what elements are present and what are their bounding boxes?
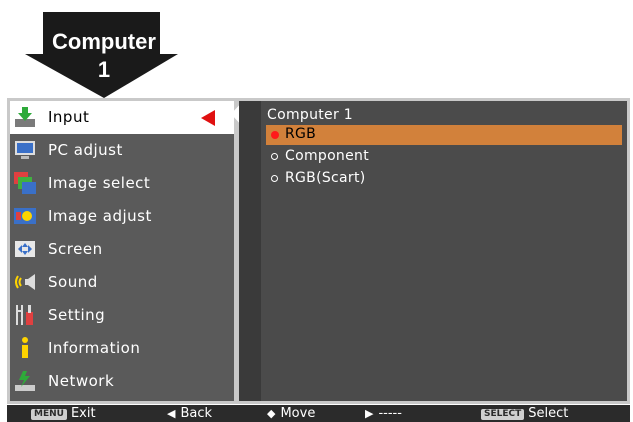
sidebar: Input PC adjust Image select Image adjus… [10,101,234,401]
exit-label: Exit [70,406,96,421]
setting-icon [16,305,33,325]
source-arrow-badge: Computer 1 [0,0,220,100]
input-icon [15,107,35,127]
screen-icon [15,241,35,257]
sidebar-item-label: Information [48,339,141,357]
sidebar-item-label: Network [48,372,115,390]
selection-pointer-icon [201,110,215,126]
submenu-title: Computer 1 [267,107,353,123]
sidebar-item-image-select[interactable]: Image select [10,167,234,200]
sidebar-item-label: Screen [48,240,103,258]
move-arrows-icon: ◆ [267,407,276,420]
sidebar-item-label: Setting [48,306,106,324]
pc-adjust-icon [15,141,35,159]
option-rgb[interactable]: RGB [266,125,622,145]
sidebar-item-label: PC adjust [48,141,123,159]
left-arrow-icon: ◀ [167,407,176,420]
input-submenu-panel: Computer 1 RGB Component RGB(Scart) [261,101,627,401]
radio-empty-icon [271,153,278,160]
radio-empty-icon [271,175,278,182]
right-arrow-icon: ▶ [365,407,374,420]
option-label: Component [285,148,369,164]
menu-key-icon: MENU [31,409,67,420]
network-icon [15,371,35,391]
move-hint[interactable]: ◆ Move [267,405,315,422]
move-label: Move [280,406,316,421]
option-label: RGB [285,126,317,142]
select-hint[interactable]: SELECT Select [481,405,568,422]
sidebar-item-information[interactable]: Information [10,332,234,365]
badge-line-1: Computer [52,29,156,54]
sidebar-item-input[interactable]: Input [10,101,234,134]
information-icon [22,337,28,358]
radio-selected-icon [271,131,279,139]
sound-icon [15,274,35,290]
exit-hint[interactable]: MENU Exit [31,405,96,422]
sidebar-item-screen[interactable]: Screen [10,233,234,266]
image-adjust-icon [14,208,36,224]
sidebar-item-label: Input [48,108,90,126]
back-label: Back [180,406,213,421]
back-hint[interactable]: ◀ Back [167,405,212,422]
option-rgb-scart[interactable]: RGB(Scart) [266,169,622,189]
select-key-icon: SELECT [481,409,525,420]
select-label: Select [528,406,569,421]
sidebar-item-label: Sound [48,273,98,291]
sidebar-item-setting[interactable]: Setting [10,299,234,332]
option-label: RGB(Scart) [285,170,366,186]
option-component[interactable]: Component [266,147,622,167]
sidebar-item-image-adjust[interactable]: Image adjust [10,200,234,233]
sidebar-item-network[interactable]: Network [10,365,234,398]
image-select-icon [14,172,36,194]
sidebar-item-label: Image select [48,174,151,192]
next-label: ----- [378,406,402,421]
sidebar-item-pc-adjust[interactable]: PC adjust [10,134,234,167]
sidebar-item-label: Image adjust [48,207,152,225]
next-hint: ▶ ----- [365,405,402,422]
badge-line-2: 1 [97,57,111,82]
navigation-hint-bar: MENU Exit ◀ Back ◆ Move ▶ ----- SELECT Select [7,405,630,422]
osd-menu: Input PC adjust Image select Image adjus… [7,98,630,404]
sidebar-item-sound[interactable]: Sound [10,266,234,299]
panel-divider [239,101,261,401]
